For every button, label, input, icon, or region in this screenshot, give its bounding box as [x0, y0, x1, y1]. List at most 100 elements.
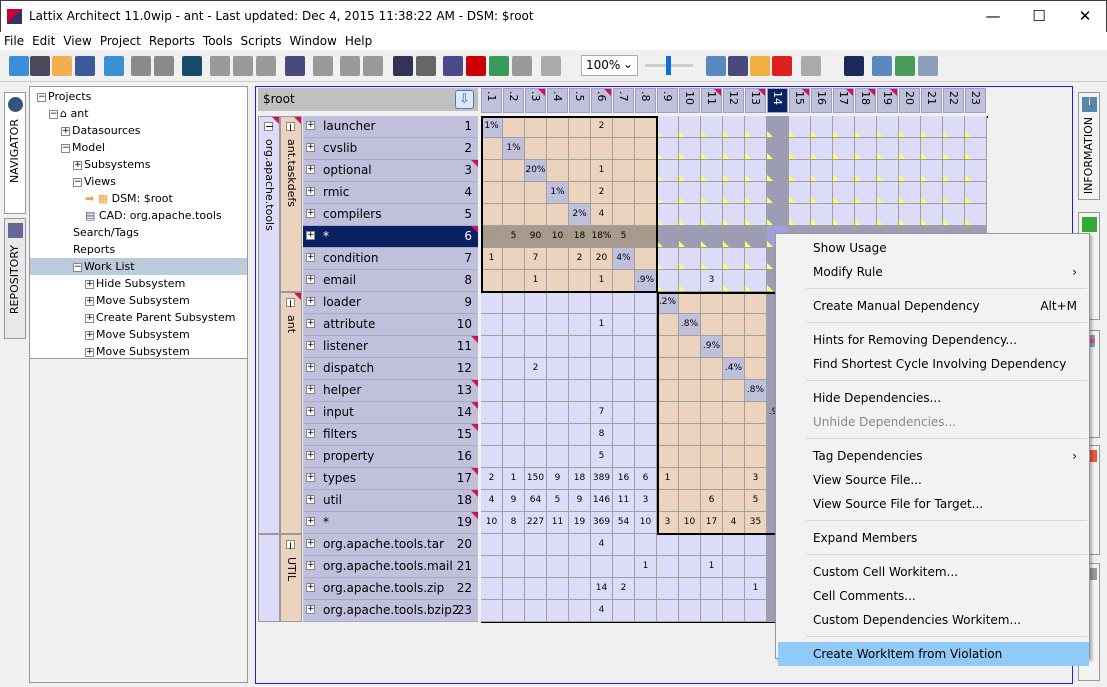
dsm-cell[interactable] [503, 248, 525, 270]
tree-item[interactable]: + Create Parent Subsystem [85, 309, 235, 326]
dsm-cell[interactable] [679, 600, 701, 622]
dsm-cell[interactable] [547, 380, 569, 402]
context-menu-item[interactable]: Cell Comments... [778, 584, 1089, 608]
dsm-cell[interactable] [965, 138, 987, 160]
expand-icon[interactable]: + [306, 561, 315, 570]
dsm-cell[interactable] [701, 534, 723, 556]
collapse-icon[interactable]: − [37, 92, 46, 102]
cut-icon[interactable] [210, 56, 230, 76]
dsm-cell[interactable] [635, 248, 657, 270]
dsm-cell[interactable] [569, 160, 591, 182]
dsm-cell[interactable] [855, 182, 877, 204]
dsm-cell[interactable] [855, 116, 877, 138]
dsm-cell[interactable] [503, 578, 525, 600]
dsm-cell[interactable] [877, 160, 899, 182]
dsm-cell[interactable] [503, 358, 525, 380]
dsm-cell[interactable] [503, 336, 525, 358]
home-icon[interactable] [443, 56, 463, 76]
dsm-cell[interactable] [723, 116, 745, 138]
dsm-cell[interactable] [569, 116, 591, 138]
context-menu-item[interactable]: Find Shortest Cycle Involving Dependency [778, 352, 1089, 376]
menu-project[interactable]: Project [96, 32, 145, 50]
dsm-cell[interactable] [789, 160, 811, 182]
dsm-cell[interactable]: 11 [547, 512, 569, 534]
dsm-cell[interactable]: 90 [525, 226, 547, 248]
dsm-cell[interactable] [481, 424, 503, 446]
column-header[interactable]: .6 [591, 88, 612, 113]
column-header[interactable]: 15 [789, 88, 810, 113]
dsm-cell[interactable] [547, 402, 569, 424]
dsm-cell[interactable] [635, 380, 657, 402]
column-header[interactable]: .2 [503, 88, 524, 113]
dsm-cell[interactable] [701, 226, 723, 248]
dsm-cell[interactable] [657, 578, 679, 600]
dsm-cell[interactable] [547, 160, 569, 182]
dsm-cell[interactable] [481, 446, 503, 468]
tree-item[interactable]: − Views [73, 173, 116, 190]
dsm-cell[interactable] [723, 314, 745, 336]
tree-item[interactable]: − Model [61, 139, 105, 156]
dsm-cell[interactable]: 5 [745, 490, 767, 512]
dsm-cell[interactable] [679, 138, 701, 160]
dsm-cell[interactable] [899, 204, 921, 226]
dsm-cell[interactable] [745, 226, 767, 248]
expand-icon[interactable]: + [61, 126, 70, 136]
dsm-cell[interactable] [965, 116, 987, 138]
dsm-cell[interactable]: 2 [591, 116, 613, 138]
dsm-cell[interactable] [899, 160, 921, 182]
dsm-cell[interactable] [811, 204, 833, 226]
dsm-cell[interactable] [635, 116, 657, 138]
menu-view[interactable]: View [59, 32, 95, 50]
dsm-cell[interactable] [569, 402, 591, 424]
dsm-cell[interactable] [569, 556, 591, 578]
tree-item[interactable]: + Move Subsystem [85, 326, 190, 343]
column-header[interactable]: 13 [745, 88, 766, 113]
maximize-button[interactable]: ☐ [1016, 1, 1062, 32]
expand-icon[interactable]: + [85, 347, 94, 357]
expand-icon[interactable]: + [306, 385, 315, 394]
new-project-icon[interactable] [9, 56, 29, 76]
column-header[interactable]: 19 [877, 88, 898, 113]
expand-icon[interactable]: + [306, 451, 315, 460]
dsm-cell[interactable] [503, 446, 525, 468]
row-header[interactable]: + cvslib 2 [303, 138, 478, 160]
dsm-cell[interactable] [591, 380, 613, 402]
dsm-cell[interactable]: .9% [635, 270, 657, 292]
dsm-cell[interactable] [635, 336, 657, 358]
dsm-cell[interactable] [613, 270, 635, 292]
dsm-cell[interactable] [745, 402, 767, 424]
dsm-cell[interactable] [657, 204, 679, 226]
dsm-cell[interactable] [767, 116, 789, 138]
dsm-cell[interactable] [525, 402, 547, 424]
dsm-cell[interactable]: 1 [591, 160, 613, 182]
dsm-cell[interactable] [481, 226, 503, 248]
dsm-cell[interactable] [635, 358, 657, 380]
tree-item[interactable]: Search/Tags [73, 224, 139, 241]
dsm-cell[interactable]: 9 [547, 468, 569, 490]
dsm-cell[interactable] [789, 182, 811, 204]
dsm-cell[interactable] [481, 600, 503, 622]
column-header[interactable]: 20 [899, 88, 920, 113]
dsm-cell[interactable]: 17 [701, 512, 723, 534]
dsm-cell[interactable]: 1 [745, 578, 767, 600]
dsm-cell[interactable] [723, 336, 745, 358]
menu-edit[interactable]: Edit [28, 32, 59, 50]
dsm-cell[interactable] [679, 380, 701, 402]
dsm-cell[interactable] [943, 182, 965, 204]
dsm-cell[interactable] [503, 534, 525, 556]
column-header[interactable]: .8 [635, 88, 656, 113]
dsm-cell[interactable] [613, 182, 635, 204]
dsm-cell[interactable] [745, 248, 767, 270]
menu-scripts[interactable]: Scripts [236, 32, 285, 50]
column-header[interactable]: .7 [613, 88, 634, 113]
dsm-cell[interactable] [767, 138, 789, 160]
dsm-cell[interactable] [767, 160, 789, 182]
dsm-cell[interactable]: 64 [525, 490, 547, 512]
dsm-cell[interactable] [569, 446, 591, 468]
undo-icon[interactable] [131, 56, 151, 76]
dsm-cell[interactable] [503, 292, 525, 314]
dsm-cell[interactable]: 4 [723, 512, 745, 534]
clear-icon[interactable] [844, 56, 864, 76]
collapse-icon[interactable]: − [284, 540, 297, 550]
swap-icon[interactable] [895, 56, 915, 76]
